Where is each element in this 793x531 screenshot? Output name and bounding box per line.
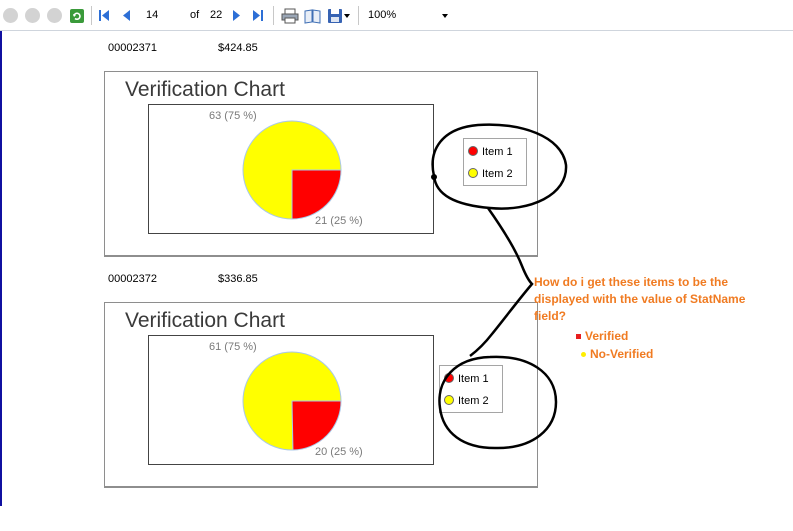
annotation-item-verified: Verified bbox=[576, 328, 628, 345]
annotation-line: field? bbox=[534, 309, 566, 323]
annotation-question: How do i get these items to be the displ… bbox=[534, 274, 745, 325]
annotation-line: How do i get these items to be the bbox=[534, 275, 729, 289]
red-bullet-icon bbox=[576, 334, 581, 339]
annotation-item-label: No-Verified bbox=[590, 347, 654, 361]
hand-drawn-annotation bbox=[431, 123, 568, 450]
annotation-item-no-verified: No-Verified bbox=[581, 346, 653, 363]
yellow-bullet-icon bbox=[581, 352, 586, 357]
annotation-line: displayed with the value of StatName bbox=[534, 292, 746, 306]
annotation-item-label: Verified bbox=[585, 329, 629, 343]
